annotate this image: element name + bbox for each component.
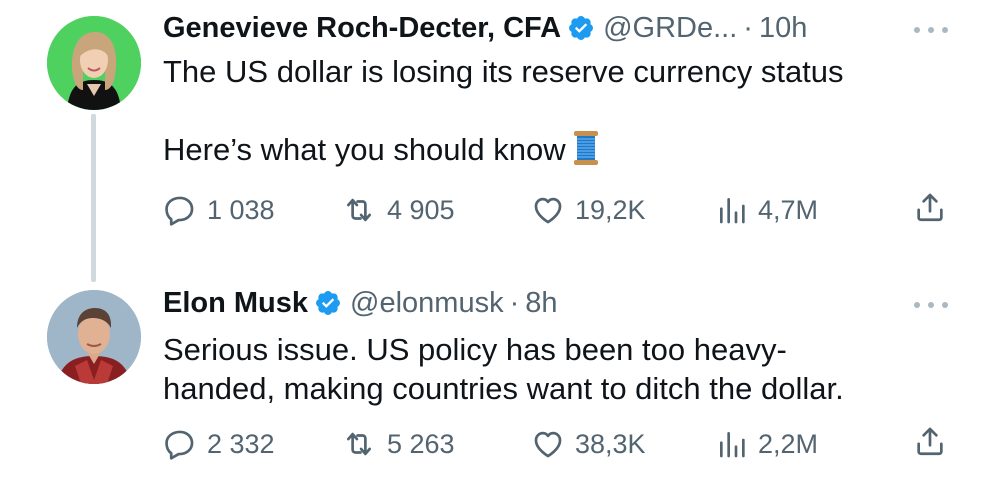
- tweet-text-line: Here’s what you should know: [163, 132, 566, 167]
- tweet-text: Serious issue. US policy has been too he…: [163, 330, 953, 408]
- more-icon[interactable]: [914, 25, 948, 35]
- avatar-elon[interactable]: [47, 290, 141, 384]
- views-icon: [720, 432, 745, 458]
- tweet-text: The US dollar is losing its reserve curr…: [163, 52, 953, 169]
- tweet-text-line: The US dollar is losing its reserve curr…: [163, 54, 844, 89]
- reply-count: 2 332: [207, 429, 275, 459]
- views-button[interactable]: 2,2M: [716, 424, 818, 464]
- author-name[interactable]: Genevieve Roch-Decter, CFA: [163, 10, 561, 46]
- tweet-header: Elon Musk @elonmusk · 8h: [163, 285, 558, 321]
- tweet-header: Genevieve Roch-Decter, CFA @GRDe... · 10…: [163, 10, 807, 46]
- views-count: 4,7M: [758, 195, 819, 225]
- author-name[interactable]: Elon Musk: [163, 285, 308, 321]
- views-button[interactable]: 4,7M: [716, 190, 818, 230]
- reply-button[interactable]: 1 038: [163, 190, 275, 230]
- meta-separator: ·: [743, 12, 753, 44]
- avatar-elon-image: [47, 290, 141, 384]
- share-button[interactable]: [913, 424, 947, 458]
- more-icon[interactable]: [914, 300, 948, 310]
- retweet-button[interactable]: 4 905: [341, 190, 455, 230]
- tweet-text-line: Serious issue. US policy has been too he…: [163, 332, 787, 367]
- reply-button[interactable]: 2 332: [163, 424, 275, 464]
- heart-icon: [534, 431, 562, 458]
- retweet-button[interactable]: 5 263: [341, 424, 455, 464]
- like-count: 38,3K: [575, 429, 646, 459]
- tweet-time[interactable]: 8h: [525, 285, 557, 321]
- views-count: 2,2M: [758, 429, 819, 459]
- retweet-icon: [347, 198, 371, 222]
- author-handle[interactable]: @elonmusk: [350, 285, 504, 321]
- tweet-actions: 2 332 5 263 38,3K 2,2M: [163, 424, 953, 464]
- author-handle[interactable]: @GRDe...: [603, 10, 737, 46]
- like-button[interactable]: 38,3K: [531, 424, 646, 464]
- avatar-genevieve-image: [47, 16, 141, 110]
- heart-icon: [534, 197, 562, 224]
- reply-icon: [165, 430, 194, 460]
- tweet-text-line: handed, making countries want to ditch t…: [163, 371, 844, 406]
- verified-badge-icon: [569, 16, 594, 40]
- thread-connector-line: [91, 114, 96, 282]
- tweet-actions: 1 038 4 905 19,2K 4,7M: [163, 190, 953, 230]
- verified-badge-icon: [316, 291, 340, 315]
- retweet-count: 5 263: [387, 429, 455, 459]
- like-button[interactable]: 19,2K: [531, 190, 646, 230]
- tweet-text-line2-wrap: Here’s what you should know: [163, 130, 953, 169]
- thread-spool-emoji-icon: [573, 131, 598, 165]
- avatar-genevieve[interactable]: [47, 16, 141, 110]
- reply-icon: [165, 196, 194, 226]
- share-icon: [917, 427, 943, 456]
- share-icon: [917, 193, 943, 222]
- retweet-icon: [347, 432, 371, 456]
- tweet-time[interactable]: 10h: [759, 10, 807, 46]
- views-icon: [720, 198, 745, 224]
- meta-separator: ·: [509, 287, 520, 319]
- share-button[interactable]: [913, 190, 947, 224]
- reply-count: 1 038: [207, 195, 275, 225]
- like-count: 19,2K: [575, 195, 646, 225]
- retweet-count: 4 905: [387, 195, 455, 225]
